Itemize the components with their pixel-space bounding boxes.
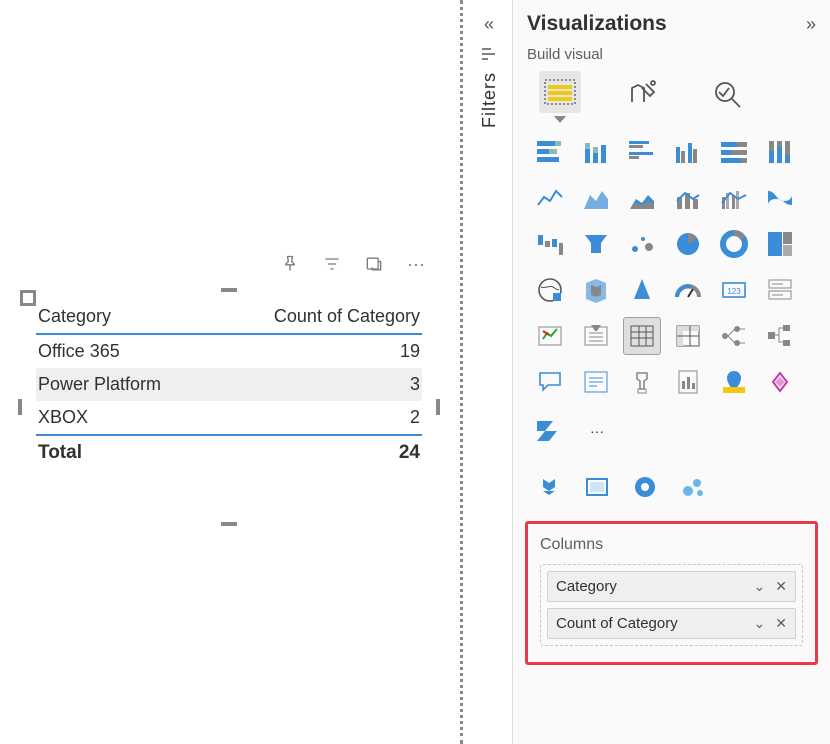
cell-category: Power Platform bbox=[38, 374, 161, 395]
total-value: 24 bbox=[399, 442, 420, 464]
matrix-icon[interactable] bbox=[669, 317, 707, 355]
resize-handle-r[interactable] bbox=[436, 399, 440, 415]
filters-pane-collapsed: « Filters bbox=[466, 0, 512, 744]
field-well[interactable]: Category ⌄ ✕ Count of Category ⌄ ✕ bbox=[540, 564, 803, 646]
table-visual[interactable]: Category Count of Category Office 365 19… bbox=[28, 298, 430, 516]
columns-field-well: Columns Category ⌄ ✕ Count of Category ⌄… bbox=[525, 521, 818, 665]
filled-map-icon[interactable] bbox=[577, 271, 615, 309]
analytics-tab[interactable] bbox=[707, 71, 749, 113]
table-visual-frame[interactable]: Category Count of Category Office 365 19… bbox=[20, 290, 438, 524]
r-visual-icon[interactable] bbox=[715, 317, 753, 355]
col-header-category[interactable]: Category bbox=[38, 306, 111, 327]
visual-gallery: 123 bbox=[513, 127, 830, 411]
resize-handle-t[interactable] bbox=[221, 288, 237, 292]
qa-visual-icon[interactable] bbox=[531, 363, 569, 401]
build-visual-tab[interactable] bbox=[539, 71, 581, 113]
total-label: Total bbox=[38, 442, 82, 464]
funnel-chart-icon[interactable] bbox=[577, 225, 615, 263]
stacked-bar-chart-icon[interactable] bbox=[531, 133, 569, 171]
visualizations-title: Visualizations bbox=[527, 12, 667, 36]
table-row[interactable]: XBOX 2 bbox=[36, 401, 422, 434]
svg-text:123: 123 bbox=[727, 287, 741, 296]
clustered-column-chart-icon[interactable] bbox=[669, 133, 707, 171]
filter-icon[interactable] bbox=[320, 252, 344, 276]
build-mode-tabs bbox=[513, 71, 830, 127]
table-row[interactable]: Power Platform 3 bbox=[36, 368, 422, 401]
multi-row-card-icon[interactable] bbox=[761, 271, 799, 309]
pane-divider[interactable] bbox=[460, 0, 463, 744]
collapse-viz-icon[interactable]: » bbox=[806, 14, 816, 35]
filters-label[interactable]: Filters bbox=[479, 72, 500, 128]
slicer-icon[interactable] bbox=[577, 317, 615, 355]
custom-visual-2-icon[interactable] bbox=[579, 471, 615, 503]
cell-category: Office 365 bbox=[38, 341, 120, 362]
pie-chart-icon[interactable] bbox=[669, 225, 707, 263]
stacked-column-chart-icon[interactable] bbox=[577, 133, 615, 171]
hundred-stacked-bar-icon[interactable] bbox=[715, 133, 753, 171]
line-clustered-column-icon[interactable] bbox=[715, 179, 753, 217]
paginated-report-icon[interactable] bbox=[669, 363, 707, 401]
cell-count: 19 bbox=[400, 341, 420, 362]
remove-field-icon[interactable]: ✕ bbox=[775, 578, 787, 595]
area-chart-icon[interactable] bbox=[577, 179, 615, 217]
power-automate-icon[interactable] bbox=[531, 415, 567, 447]
smart-narrative-icon[interactable] bbox=[577, 363, 615, 401]
resize-handle-l[interactable] bbox=[18, 399, 22, 415]
table-row[interactable]: Office 365 19 bbox=[36, 335, 422, 368]
table-total-row: Total 24 bbox=[36, 434, 422, 470]
donut-chart-icon[interactable] bbox=[715, 225, 753, 263]
table-header-row: Category Count of Category bbox=[36, 302, 422, 335]
treemap-icon[interactable] bbox=[761, 225, 799, 263]
hundred-stacked-column-icon[interactable] bbox=[761, 133, 799, 171]
cell-category: XBOX bbox=[38, 407, 88, 428]
remove-field-icon[interactable]: ✕ bbox=[775, 615, 787, 632]
clustered-bar-chart-icon[interactable] bbox=[623, 133, 661, 171]
custom-visual-3-icon[interactable] bbox=[627, 471, 663, 503]
filters-icon bbox=[481, 47, 497, 64]
cell-count: 2 bbox=[410, 407, 420, 428]
decomposition-tree-icon[interactable] bbox=[761, 317, 799, 355]
map-icon[interactable] bbox=[531, 271, 569, 309]
azure-map-icon[interactable] bbox=[623, 271, 661, 309]
power-apps-icon[interactable] bbox=[761, 363, 799, 401]
field-chip-count[interactable]: Count of Category ⌄ ✕ bbox=[547, 608, 796, 639]
stacked-area-chart-icon[interactable] bbox=[623, 179, 661, 217]
expand-filters-icon[interactable]: « bbox=[484, 14, 494, 35]
build-visual-label: Build visual bbox=[513, 46, 830, 71]
waterfall-chart-icon[interactable] bbox=[531, 225, 569, 263]
focus-mode-icon[interactable] bbox=[362, 252, 386, 276]
scatter-chart-icon[interactable] bbox=[623, 225, 661, 263]
line-stacked-column-icon[interactable] bbox=[669, 179, 707, 217]
resize-handle-b[interactable] bbox=[221, 522, 237, 526]
cell-count: 3 bbox=[410, 374, 420, 395]
gauge-icon[interactable] bbox=[669, 271, 707, 309]
more-options-icon[interactable]: ··· bbox=[404, 252, 428, 276]
table-icon[interactable] bbox=[623, 317, 661, 355]
col-header-count[interactable]: Count of Category bbox=[274, 306, 420, 327]
pin-icon[interactable] bbox=[278, 252, 302, 276]
kpi-icon[interactable] bbox=[531, 317, 569, 355]
custom-visuals-row bbox=[513, 459, 830, 517]
format-visual-tab[interactable] bbox=[623, 71, 665, 113]
card-icon[interactable]: 123 bbox=[715, 271, 753, 309]
chevron-down-icon[interactable]: ⌄ bbox=[754, 578, 766, 595]
more-visuals-icon[interactable]: ··· bbox=[579, 415, 615, 447]
chevron-down-icon[interactable]: ⌄ bbox=[754, 615, 766, 632]
visual-gallery-row-extra: ··· bbox=[513, 411, 830, 459]
visual-action-bar: ··· bbox=[278, 252, 428, 276]
custom-visual-4-icon[interactable] bbox=[675, 471, 711, 503]
report-canvas[interactable]: ··· Category Count of Category Office 36… bbox=[0, 0, 460, 744]
custom-visual-1-icon[interactable] bbox=[531, 471, 567, 503]
field-chip-label: Category bbox=[556, 578, 617, 595]
columns-label: Columns bbox=[540, 536, 803, 554]
ribbon-chart-icon[interactable] bbox=[761, 179, 799, 217]
field-chip-label: Count of Category bbox=[556, 615, 678, 632]
arcgis-map-icon[interactable] bbox=[715, 363, 753, 401]
visualizations-pane: Visualizations » Build visual bbox=[512, 0, 830, 744]
field-chip-category[interactable]: Category ⌄ ✕ bbox=[547, 571, 796, 602]
line-chart-icon[interactable] bbox=[531, 179, 569, 217]
key-influencers-icon[interactable] bbox=[623, 363, 661, 401]
